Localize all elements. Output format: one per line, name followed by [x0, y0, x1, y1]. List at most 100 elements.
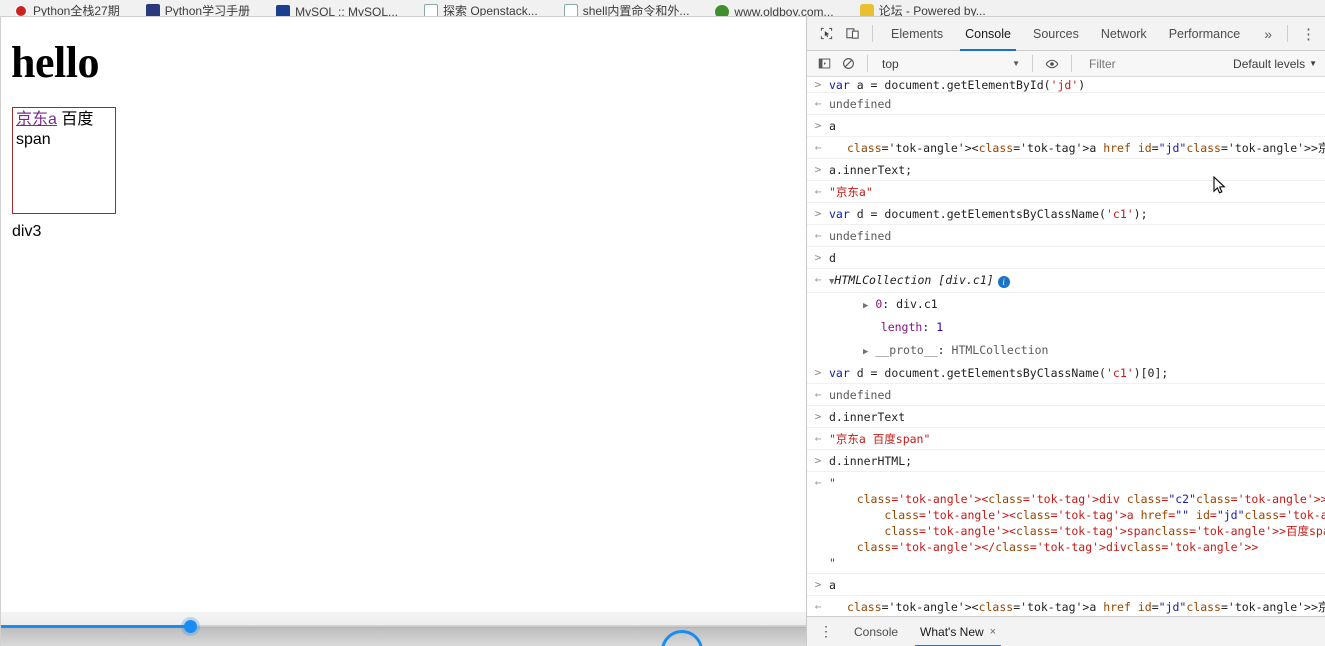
console-output-object[interactable]: ← ▼HTMLCollection [div.c1] i	[807, 269, 1325, 293]
response-arrow-icon: ←	[814, 431, 822, 445]
drawer-tab-whats-new-label: What's New	[920, 624, 984, 639]
log-levels-label: Default levels	[1233, 56, 1306, 71]
page-heading: hello	[11, 38, 99, 87]
tab-console[interactable]: Console	[954, 17, 1022, 51]
console-output-element[interactable]: ← class='tok-angle'><class='tok-tag'>a hr…	[807, 596, 1325, 616]
bookmark-label: 论坛 - Powered by...	[878, 4, 986, 17]
console-input-line[interactable]: > a	[807, 115, 1325, 137]
clear-console-icon[interactable]	[836, 53, 860, 75]
log-levels-select[interactable]: Default levels ▼	[1233, 57, 1317, 71]
response-arrow-icon: ←	[814, 96, 822, 110]
bookmark-item[interactable]: 论坛 - Powered by...	[859, 2, 986, 17]
jd-link[interactable]: 京东a	[16, 111, 57, 128]
console-message-text: undefined	[829, 387, 892, 402]
console-message-list[interactable]: > var a = document.getElementById('jd') ← u…	[807, 77, 1325, 616]
drawer-tab-whats-new[interactable]: What's New ×	[909, 617, 1007, 646]
toolbar-divider	[872, 25, 873, 42]
response-arrow-icon: ←	[814, 475, 822, 489]
bookmark-item[interactable]: shell内置命令和外...	[563, 2, 689, 16]
console-message-text: class='tok-angle'><class='tok-tag'>a hre…	[847, 140, 1325, 155]
execution-context-select[interactable]: top ▼	[875, 54, 1025, 74]
book-navy-icon	[145, 3, 160, 16]
cursor-inspect-icon[interactable]	[813, 21, 839, 47]
console-message-text: var d = document.getElementsByClassName(…	[829, 365, 1169, 380]
bookmark-item[interactable]: Python全栈27期	[14, 2, 120, 17]
console-input-line[interactable]: > d.innerHTML;	[807, 450, 1325, 472]
console-message-text: var d = document.getElementsByClassName(…	[829, 206, 1148, 221]
bookmark-label: MySQL :: MySQL...	[295, 5, 399, 17]
console-input-line[interactable]: > var d = document.getElementsByClassName…	[807, 203, 1325, 225]
bookmark-item[interactable]: www.oldboy.com...	[715, 5, 834, 17]
tab-sources[interactable]: Sources	[1022, 17, 1090, 51]
console-filter-bar: top ▼ Default levels ▼	[807, 51, 1325, 77]
filter-input[interactable]	[1087, 54, 1227, 73]
console-message-text: class='tok-angle'><class='tok-tag'>a hre…	[847, 599, 1325, 614]
prompt-arrow-icon: >	[814, 250, 822, 264]
bookmark-item[interactable]: 探索 Openstack...	[424, 2, 538, 17]
filterbar-divider	[867, 55, 868, 72]
progress-knob[interactable]	[184, 620, 198, 633]
console-input-line[interactable]: > d	[807, 247, 1325, 269]
bookmark-item[interactable]: Python学习手册	[145, 2, 250, 16]
console-sidebar-icon[interactable]	[812, 53, 836, 75]
prompt-arrow-icon: >	[814, 365, 822, 379]
console-message-text: d.innerHTML;	[829, 453, 913, 468]
console-input-line[interactable]: > a.innerText;	[807, 159, 1325, 181]
device-toolbar-icon[interactable]	[839, 21, 865, 47]
mouse-cursor	[1213, 175, 1227, 196]
console-message-text: undefined	[829, 228, 892, 243]
tab-elements[interactable]: Elements	[880, 17, 954, 51]
expand-triangle-icon[interactable]: ▶	[863, 347, 868, 357]
leaf-green-icon	[715, 5, 730, 16]
prompt-arrow-icon: >	[814, 577, 822, 591]
console-message-text: d.innerText	[829, 409, 906, 424]
response-arrow-icon: ←	[814, 228, 822, 242]
kebab-menu-icon[interactable]: ⋮	[1295, 25, 1325, 43]
tab-elements-label: Elements	[891, 26, 944, 41]
console-output-element[interactable]: ← class='tok-angle'><class='tok-tag'>a hr…	[807, 137, 1325, 159]
console-output-line: ← undefined	[807, 93, 1325, 115]
more-tabs-chevron-icon[interactable]: »	[1256, 26, 1280, 42]
expand-triangle-icon[interactable]	[863, 324, 874, 334]
console-message-text: a	[829, 118, 836, 133]
console-message-text: var a = document.getElementById('jd')	[829, 78, 1086, 92]
console-input-line[interactable]: > a	[807, 574, 1325, 596]
console-object-property[interactable]: ▶ 0: div.c1	[807, 293, 1325, 316]
chevron-down-icon: ▼	[1012, 59, 1020, 68]
tab-network[interactable]: Network	[1090, 17, 1158, 51]
info-badge-icon[interactable]: i	[997, 275, 1010, 288]
bookmark-label: Python全栈27期	[33, 4, 120, 17]
filterbar-divider-2	[1032, 55, 1033, 72]
bookmark-item[interactable]: MySQL :: MySQL...	[276, 5, 399, 17]
console-input-line[interactable]: > d.innerText	[807, 406, 1325, 428]
drawer-tab-console-label: Console	[854, 624, 899, 639]
tab-performance[interactable]: Performance	[1158, 17, 1252, 51]
response-arrow-icon: ←	[814, 272, 822, 286]
page-viewport: hello 京东a 百度span div3	[0, 17, 806, 629]
browser-window: Python全栈27期 Python学习手册 MySQL :: MySQL... 探索…	[0, 0, 1325, 646]
prompt-arrow-icon: >	[814, 118, 822, 132]
bookmark-label: 探索 Openstack...	[443, 4, 538, 17]
tab-console-label: Console	[965, 26, 1011, 41]
close-icon[interactable]: ×	[990, 626, 996, 638]
console-message-text: ▶ __proto__: HTMLCollection	[863, 342, 1049, 357]
drawer-tab-console[interactable]: Console	[843, 617, 909, 646]
console-message-text: "京东a"	[829, 184, 873, 199]
live-expression-icon[interactable]	[1040, 53, 1064, 75]
console-input-line[interactable]: > var d = document.getElementsByClassName…	[807, 362, 1325, 384]
bookmark-label: www.oldboy.com...	[734, 5, 834, 17]
console-object-property[interactable]: length: 1	[807, 316, 1325, 339]
response-arrow-icon: ←	[814, 387, 822, 401]
filterbar-divider-3	[1071, 55, 1072, 72]
star-yellow-icon	[859, 3, 874, 16]
page-check-icon	[424, 3, 439, 16]
console-object-property[interactable]: ▶ __proto__: HTMLCollection	[807, 339, 1325, 362]
tab-network-label: Network	[1100, 26, 1147, 41]
console-message-text: d	[829, 250, 836, 265]
console-output-string: ← "京东a"	[807, 181, 1325, 203]
tab-sources-label: Sources	[1032, 26, 1079, 41]
console-message-text: a	[829, 577, 836, 592]
expand-triangle-icon[interactable]: ▶	[863, 301, 868, 311]
drawer-kebab-menu-icon[interactable]: ⋮	[815, 623, 843, 640]
page-check-icon	[563, 3, 578, 16]
